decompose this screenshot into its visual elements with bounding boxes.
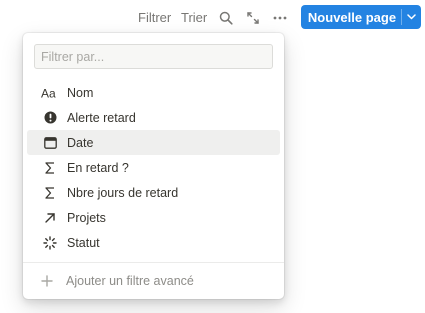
add-advanced-filter-label: Ajouter un filtre avancé (66, 274, 194, 288)
menu-divider (23, 262, 284, 263)
property-label: Statut (67, 235, 100, 250)
filter-search-box (34, 44, 273, 69)
new-page-button[interactable]: Nouvelle page (301, 5, 421, 29)
property-label: Projets (67, 210, 106, 225)
filter-search-input[interactable] (35, 45, 272, 68)
property-item-alerte-retard[interactable]: Alerte retard (27, 105, 280, 130)
property-list: Aa Nom Alerte retard Date En retard ? Nb… (23, 80, 284, 255)
property-item-statut[interactable]: Statut (27, 230, 280, 255)
add-advanced-filter-button[interactable]: Ajouter un filtre avancé (27, 269, 280, 293)
expand-icon[interactable] (244, 9, 262, 27)
property-item-nom[interactable]: Aa Nom (27, 80, 280, 105)
relation-arrow-icon (40, 210, 60, 226)
status-spinner-icon (40, 235, 60, 251)
property-label: En retard ? (67, 160, 129, 175)
property-item-projets[interactable]: Projets (27, 205, 280, 230)
property-label: Alerte retard (67, 110, 136, 125)
sort-button[interactable]: Trier (181, 10, 207, 26)
property-label: Date (67, 135, 94, 150)
new-page-label: Nouvelle page (307, 9, 397, 25)
filter-dropdown: Aa Nom Alerte retard Date En retard ? (23, 33, 284, 299)
property-item-date[interactable]: Date (27, 130, 280, 155)
text-aa-icon: Aa (40, 85, 60, 101)
property-label: Nbre jours de retard (67, 185, 179, 200)
calendar-icon (40, 135, 60, 151)
property-label: Nom (67, 85, 94, 100)
svg-text:Aa: Aa (41, 87, 56, 99)
more-icon[interactable] (271, 9, 289, 27)
alert-icon (40, 110, 60, 126)
sigma-icon (40, 185, 60, 201)
filter-button[interactable]: Filtrer (138, 10, 171, 26)
sigma-icon (40, 160, 60, 176)
property-item-nbre-jours-de-retard[interactable]: Nbre jours de retard (27, 180, 280, 205)
chevron-down-icon[interactable] (402, 5, 421, 29)
search-icon[interactable] (217, 9, 235, 27)
property-item-en-retard[interactable]: En retard ? (27, 155, 280, 180)
view-toolbar: Filtrer Trier Nouvelle page (0, 5, 425, 31)
plus-icon (37, 273, 57, 289)
